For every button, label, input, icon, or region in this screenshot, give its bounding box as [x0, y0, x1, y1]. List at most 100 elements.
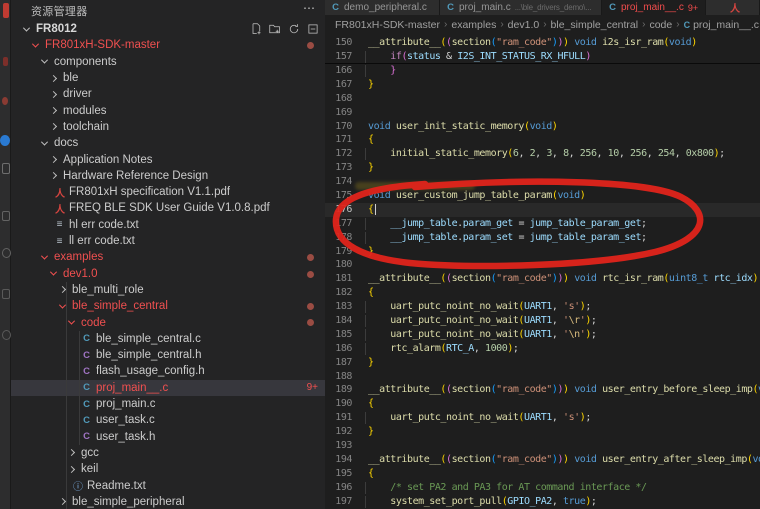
indent-guide [365, 301, 366, 313]
code-line-180[interactable]: 180 [325, 258, 760, 272]
activity-bar[interactable] [0, 0, 11, 509]
tab-label: proj_main__.c [621, 2, 684, 13]
tree-item-ble-simple-central-h[interactable]: Cble_simple_central.h [11, 347, 325, 363]
new-file-icon[interactable] [250, 23, 262, 35]
tree-item-ble[interactable]: ble [11, 70, 325, 86]
code-line-185[interactable]: 185 uart_putc_noint_no_wait(UART1, '\n')… [325, 328, 760, 342]
code-line-193[interactable]: 193 [325, 439, 760, 453]
code-text: uart_putc_noint_no_wait(UART1, '\r'); [368, 314, 760, 328]
breadcrumb-item-dev1-0[interactable]: dev1.0 [508, 19, 540, 31]
code-line-186[interactable]: 186 rtc_alarm(RTC_A, 1000); [325, 342, 760, 356]
indent-guide [365, 343, 366, 355]
code-text: void user_init_static_memory(void) [368, 120, 760, 134]
code-line-189[interactable]: 189__attribute__((section("ram_code"))) … [325, 383, 760, 397]
tree-item-freq-ble-sdk-user-guide-v1-0-8-pdf[interactable]: 人FREQ BLE SDK User Guide V1.0.8.pdf [11, 200, 325, 216]
chevron-right-icon [68, 449, 75, 456]
breadcrumb-item-examples[interactable]: examples [451, 19, 496, 31]
code-line-183[interactable]: 183 uart_putc_noint_no_wait(UART1, 's'); [325, 300, 760, 314]
code-line-173[interactable]: 173} [325, 161, 760, 175]
code-text: initial_static_memory(6, 2, 3, 8, 256, 1… [368, 147, 760, 161]
tree-item-ble-simple-central[interactable]: ble_simple_central [11, 298, 325, 314]
tree-item-ble-multi-role[interactable]: ble_multi_role [11, 282, 325, 298]
tree-item-proj-main-c[interactable]: Cproj_main__.c9+ [11, 380, 325, 396]
code-line-175[interactable]: 175void user_custom_jump_table_param(voi… [325, 189, 760, 203]
tree-item-fr801xh-specification-v1-1-pdf[interactable]: 人FR801xH specification V1.1.pdf [11, 184, 325, 200]
tree-item-proj-main-c[interactable]: Cproj_main.c [11, 396, 325, 412]
code-line-170[interactable]: 170void user_init_static_memory(void) [325, 120, 760, 134]
activity-partial-icon [2, 97, 8, 105]
code-line-190[interactable]: 190{ [325, 397, 760, 411]
code-line-179[interactable]: 179} [325, 245, 760, 259]
collapse-all-icon[interactable] [307, 23, 319, 35]
code-line-157[interactable]: 157 if(status & I2S_INT_STATUS_RX_HFULL) [325, 50, 760, 64]
code-text: } [368, 64, 760, 78]
tree-item-toolchain[interactable]: toolchain [11, 119, 325, 135]
tree-item-driver[interactable]: driver [11, 86, 325, 102]
tree-item-examples[interactable]: examples [11, 249, 325, 265]
code-line-181[interactable]: 181__attribute__((section("ram_code"))) … [325, 272, 760, 286]
code-line-168[interactable]: 168 [325, 92, 760, 106]
pdf-file-icon: 人 [55, 185, 64, 200]
code-text: { [368, 397, 760, 411]
tree-item-code[interactable]: code [11, 314, 325, 330]
code-line-166[interactable]: 166 } [325, 64, 760, 78]
tree-item-label: user_task.c [96, 414, 155, 426]
tree-item-fr801xh-sdk-master[interactable]: FR801xH-SDK-master [11, 37, 325, 53]
tab-proj-main-c[interactable]: Cproj_main__.c9+✕ [602, 0, 706, 15]
tree-item-flash-usage-config-h[interactable]: Cflash_usage_config.h [11, 363, 325, 379]
code-line-178[interactable]: 178 __jump_table.param_set = jump_table_… [325, 231, 760, 245]
code-line-172[interactable]: 172 initial_static_memory(6, 2, 3, 8, 25… [325, 147, 760, 161]
tree-item-components[interactable]: components [11, 54, 325, 70]
code-line-192[interactable]: 192} [325, 425, 760, 439]
chevron-right-icon [50, 172, 57, 179]
code-line-150[interactable]: 150__attribute__((section("ram_code"))) … [325, 36, 760, 50]
tree-item-dev1-0[interactable]: dev1.0 [11, 266, 325, 282]
tree-item-user-task-c[interactable]: Cuser_task.c [11, 412, 325, 428]
tree-item-fr8012[interactable]: FR8012 [11, 21, 325, 37]
code-line-184[interactable]: 184 uart_putc_noint_no_wait(UART1, '\r')… [325, 314, 760, 328]
tree-item-modules[interactable]: modules [11, 103, 325, 119]
code-line-194[interactable]: 194__attribute__((section("ram_code"))) … [325, 453, 760, 467]
code-line-176[interactable]: 176{ [325, 203, 760, 217]
breadcrumb-item-code[interactable]: code [649, 19, 672, 31]
code-line-169[interactable]: 169 [325, 106, 760, 120]
code-line-191[interactable]: 191 uart_putc_noint_no_wait(UART1, 's'); [325, 411, 760, 425]
line-number: 168 [325, 92, 352, 106]
code-line-188[interactable]: 188 [325, 370, 760, 384]
tree-item-ble-simple-peripheral[interactable]: ble_simple_peripheral [11, 494, 325, 509]
tree-item-keil[interactable]: keil [11, 461, 325, 477]
tree-item-hardware-reference-design[interactable]: Hardware Reference Design [11, 168, 325, 184]
code-line-174[interactable]: 174 [325, 175, 760, 189]
tree-item-ble-simple-central-c[interactable]: Cble_simple_central.c [11, 331, 325, 347]
breadcrumb-item-ble-simple-central[interactable]: ble_simple_central [551, 19, 639, 31]
activity-partial-icon [2, 211, 10, 221]
code-line-187[interactable]: 187} [325, 356, 760, 370]
tree-item-application-notes[interactable]: Application Notes [11, 151, 325, 167]
chevron-down-icon [50, 269, 57, 276]
chevron-right-icon [50, 123, 57, 130]
code-area[interactable]: 166 }167}168169170void user_init_static_… [325, 64, 760, 509]
code-line-167[interactable]: 167} [325, 78, 760, 92]
refresh-icon[interactable] [288, 23, 300, 35]
tree-item-hl-err-code-txt[interactable]: ≡hl err code.txt [11, 217, 325, 233]
new-folder-icon[interactable] [269, 23, 281, 35]
tab-demo-peripheral-c[interactable]: Cdemo_peripheral.c [325, 0, 440, 15]
line-number: 175 [325, 189, 352, 203]
code-line-195[interactable]: 195{ [325, 467, 760, 481]
code-line-177[interactable]: 177 __jump_table.param_get = jump_table_… [325, 217, 760, 231]
vscode-window: 资源管理器 ⋯ FR8012FR801xH-SDK-mastercomponen… [0, 0, 760, 509]
breadcrumb-item-proj-main-c[interactable]: proj_main__.c [693, 19, 759, 31]
breadcrumb-item-fr801xh-sdk-master[interactable]: FR801xH-SDK-master [335, 19, 440, 31]
tab-proj-main-c[interactable]: Cproj_main.c...\ble_drivers_demo\... [440, 0, 602, 15]
tree-item-readme-txt[interactable]: ⓘReadme.txt [11, 477, 325, 493]
more-actions-icon[interactable]: ⋯ [303, 1, 315, 15]
tree-item-gcc[interactable]: gcc [11, 445, 325, 461]
code-line-171[interactable]: 171{ [325, 133, 760, 147]
tree-item-user-task-h[interactable]: Cuser_task.h [11, 429, 325, 445]
code-line-196[interactable]: 196 /* set PA2 and PA3 for AT command in… [325, 481, 760, 495]
tree-item-ll-err-code-txt[interactable]: ≡ll err code.txt [11, 233, 325, 249]
code-line-197[interactable]: 197 system_set_port_pull(GPIO_PA2, true)… [325, 495, 760, 509]
tree-item-docs[interactable]: docs [11, 135, 325, 151]
tab-partial[interactable]: 人 [706, 0, 760, 15]
code-line-182[interactable]: 182{ [325, 286, 760, 300]
